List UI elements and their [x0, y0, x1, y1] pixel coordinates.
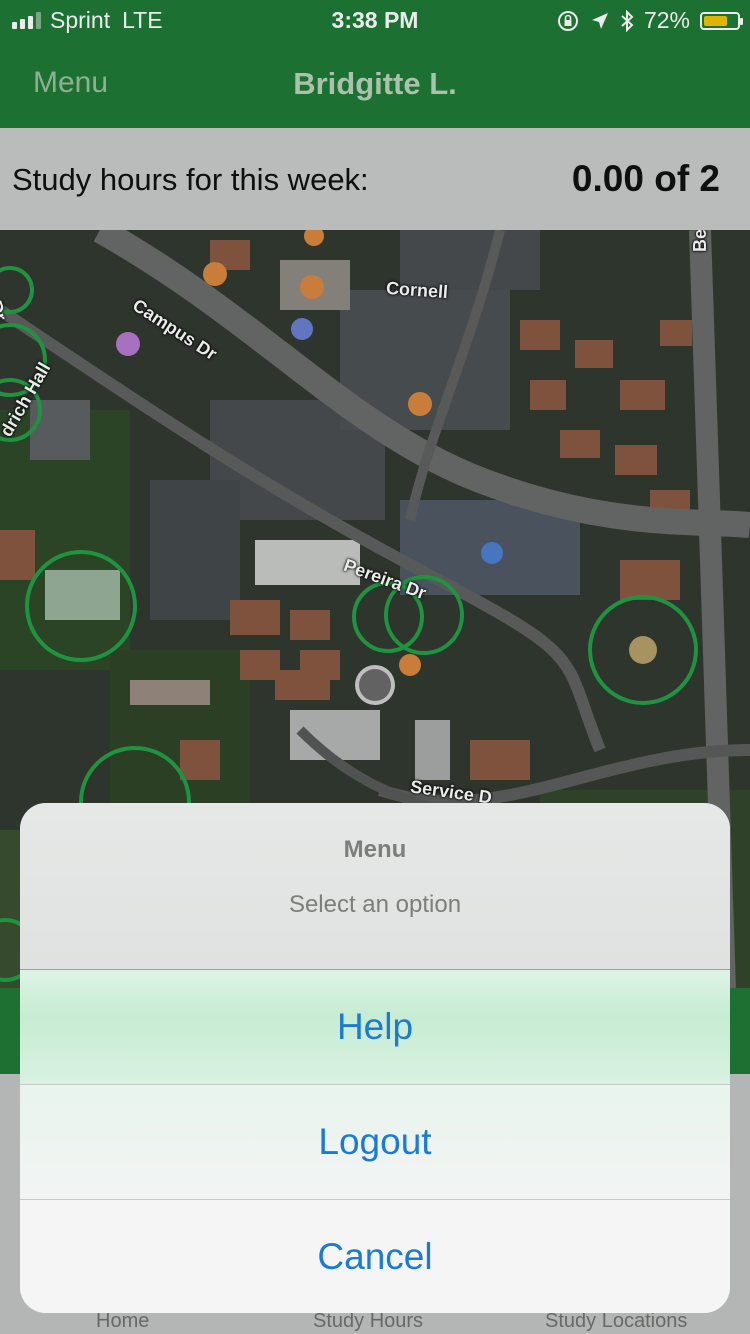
help-button[interactable]: Help	[20, 970, 730, 1085]
action-sheet-title: Menu	[343, 836, 407, 863]
cancel-button[interactable]: Cancel	[20, 1200, 730, 1313]
menu-action-sheet: Menu Select an option Help Logout Cancel	[20, 803, 730, 1313]
action-sheet-header: Menu Select an option	[20, 803, 730, 970]
action-sheet-subtitle: Select an option	[288, 891, 462, 918]
logout-button[interactable]: Logout	[20, 1085, 730, 1200]
